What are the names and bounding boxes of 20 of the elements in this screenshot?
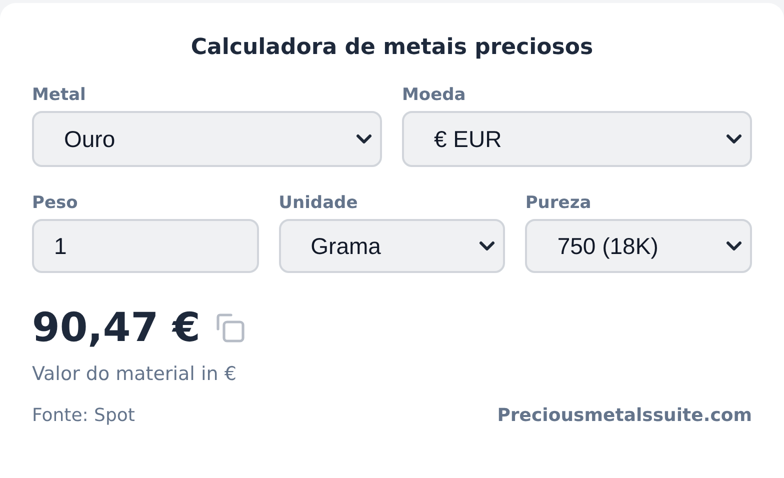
dropdown[interactable]: Ouro <box>32 111 382 167</box>
field-label: Moeda <box>402 84 467 106</box>
price-caption: Valor do material in € <box>32 363 238 385</box>
price-value: 90,47 € <box>32 304 200 353</box>
copy-icon[interactable] <box>214 312 246 344</box>
field-label: Unidade <box>278 192 359 214</box>
chevron-down-icon <box>356 134 372 144</box>
weight-input[interactable]: 1 <box>32 219 259 273</box>
dropdown[interactable]: € EUR <box>402 111 752 167</box>
field-label: Pureza <box>525 192 592 214</box>
chevron-down-icon <box>479 241 496 251</box>
site-link[interactable]: Preciousmetalssuite.com <box>497 405 752 426</box>
field-label: Peso <box>32 192 79 214</box>
field-label: Metal <box>32 84 87 106</box>
chevron-down-icon <box>726 134 742 144</box>
dropdown[interactable]: 750 (18K) <box>525 219 752 273</box>
source-text: Fonte: Spot <box>32 405 135 426</box>
calculator-title: Calculadora de metais preciosos <box>190 34 594 62</box>
dropdown[interactable]: Grama <box>278 219 506 273</box>
chevron-down-icon <box>726 241 742 251</box>
